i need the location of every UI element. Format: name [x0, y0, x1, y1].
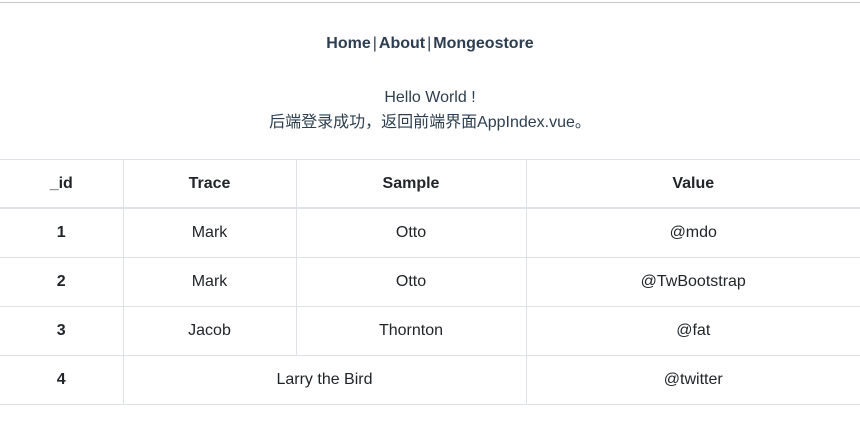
column-header-sample: Sample: [295, 159, 527, 209]
top-divider: [0, 2, 860, 3]
cell-value: @TwBootstrap: [525, 257, 860, 307]
cell-id: 4: [0, 355, 124, 405]
cell-trace: Mark: [122, 207, 297, 258]
table-row: 1 Mark Otto @mdo: [0, 207, 860, 258]
table-row: 4 Larry the Bird @twitter: [0, 355, 860, 405]
cell-sample: Thornton: [295, 306, 527, 356]
nav-separator: |: [372, 35, 377, 52]
column-header-value: Value: [525, 159, 860, 209]
cell-sample: Otto: [295, 207, 527, 258]
column-header-trace: Trace: [122, 159, 297, 209]
cell-id: 1: [0, 207, 124, 258]
table-header-row: _id Trace Sample Value: [0, 159, 860, 209]
cell-value: @fat: [525, 306, 860, 356]
nav-link-about[interactable]: About: [379, 35, 425, 52]
cell-id: 2: [0, 257, 124, 307]
cell-trace: Mark: [122, 257, 297, 307]
cell-merged-trace-sample: Larry the Bird: [122, 355, 527, 405]
nav-link-mongeostore[interactable]: Mongeostore: [433, 35, 533, 52]
table-row: 3 Jacob Thornton @fat: [0, 306, 860, 356]
cell-trace: Jacob: [122, 306, 297, 356]
nav-link-home[interactable]: Home: [326, 35, 370, 52]
column-header-id: _id: [0, 159, 124, 209]
table-row: 2 Mark Otto @TwBootstrap: [0, 257, 860, 307]
cell-value: @mdo: [525, 207, 860, 258]
login-status-text: 后端登录成功，返回前端界面AppIndex.vue。: [269, 114, 591, 131]
cell-value: @twitter: [525, 355, 860, 405]
cell-sample: Otto: [295, 257, 527, 307]
top-nav: Home | About | Mongeostore: [0, 34, 860, 54]
cell-id: 3: [0, 306, 124, 356]
nav-separator: |: [427, 35, 432, 52]
data-table: _id Trace Sample Value 1 Mark Otto @mdo …: [0, 159, 860, 405]
greeting-text: Hello World !: [384, 89, 476, 106]
